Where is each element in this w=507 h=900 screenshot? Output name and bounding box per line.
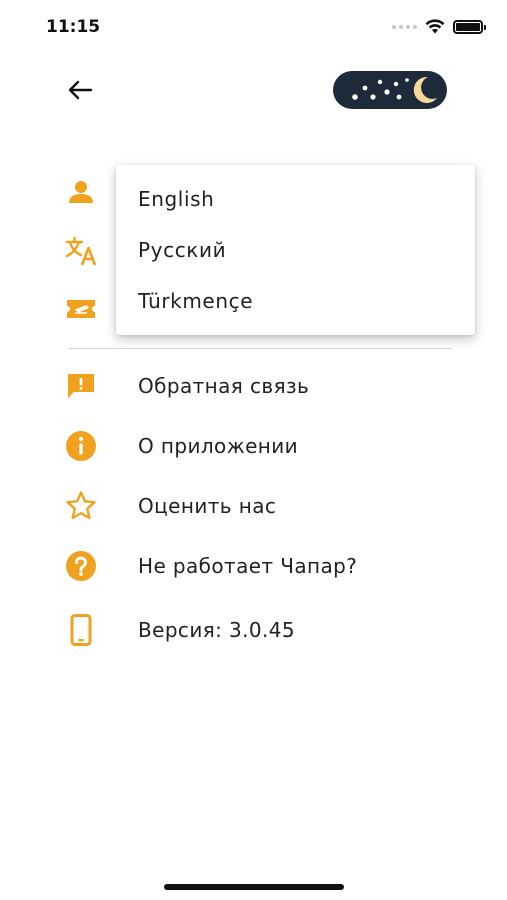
cellular-signal-icon	[392, 24, 417, 29]
help-icon	[64, 549, 98, 583]
person-icon	[64, 175, 98, 209]
status-bar: 11:15	[0, 0, 507, 50]
arrow-left-icon	[68, 80, 93, 100]
language-dropdown: English Русский Türkmençe	[116, 165, 475, 335]
phone-icon	[64, 613, 98, 647]
wifi-icon	[425, 19, 445, 34]
back-button[interactable]	[64, 74, 96, 106]
menu-label-rate: Оценить нас	[138, 494, 277, 518]
menu-item-rate[interactable]: Оценить нас	[0, 481, 507, 531]
menu-label-version: Версия: 3.0.45	[138, 618, 296, 642]
battery-icon	[453, 19, 486, 34]
status-icons	[392, 19, 486, 34]
menu-label-help: Не работает Чапар?	[138, 554, 358, 578]
menu-label-feedback: Обратная связь	[138, 374, 310, 398]
theme-toggle[interactable]	[333, 71, 447, 109]
menu-item-about[interactable]: О приложении	[0, 421, 507, 471]
star-icon	[64, 489, 98, 523]
translate-icon	[64, 234, 98, 268]
home-indicator[interactable]	[164, 884, 344, 890]
menu-item-version: Версия: 3.0.45	[0, 605, 507, 655]
language-option-english[interactable]: English	[116, 174, 475, 224]
info-icon	[64, 429, 98, 463]
menu-divider	[68, 348, 452, 349]
language-option-turkmen[interactable]: Türkmençe	[116, 276, 475, 326]
feedback-icon	[64, 369, 98, 403]
menu-item-help[interactable]: Не работает Чапар?	[0, 541, 507, 591]
status-time: 11:15	[46, 17, 101, 37]
menu-item-feedback[interactable]: Обратная связь	[0, 361, 507, 411]
moon-stars-icon	[352, 76, 437, 103]
ticket-icon	[64, 292, 98, 326]
menu-label-about: О приложении	[138, 434, 299, 458]
language-option-russian[interactable]: Русский	[116, 225, 475, 275]
